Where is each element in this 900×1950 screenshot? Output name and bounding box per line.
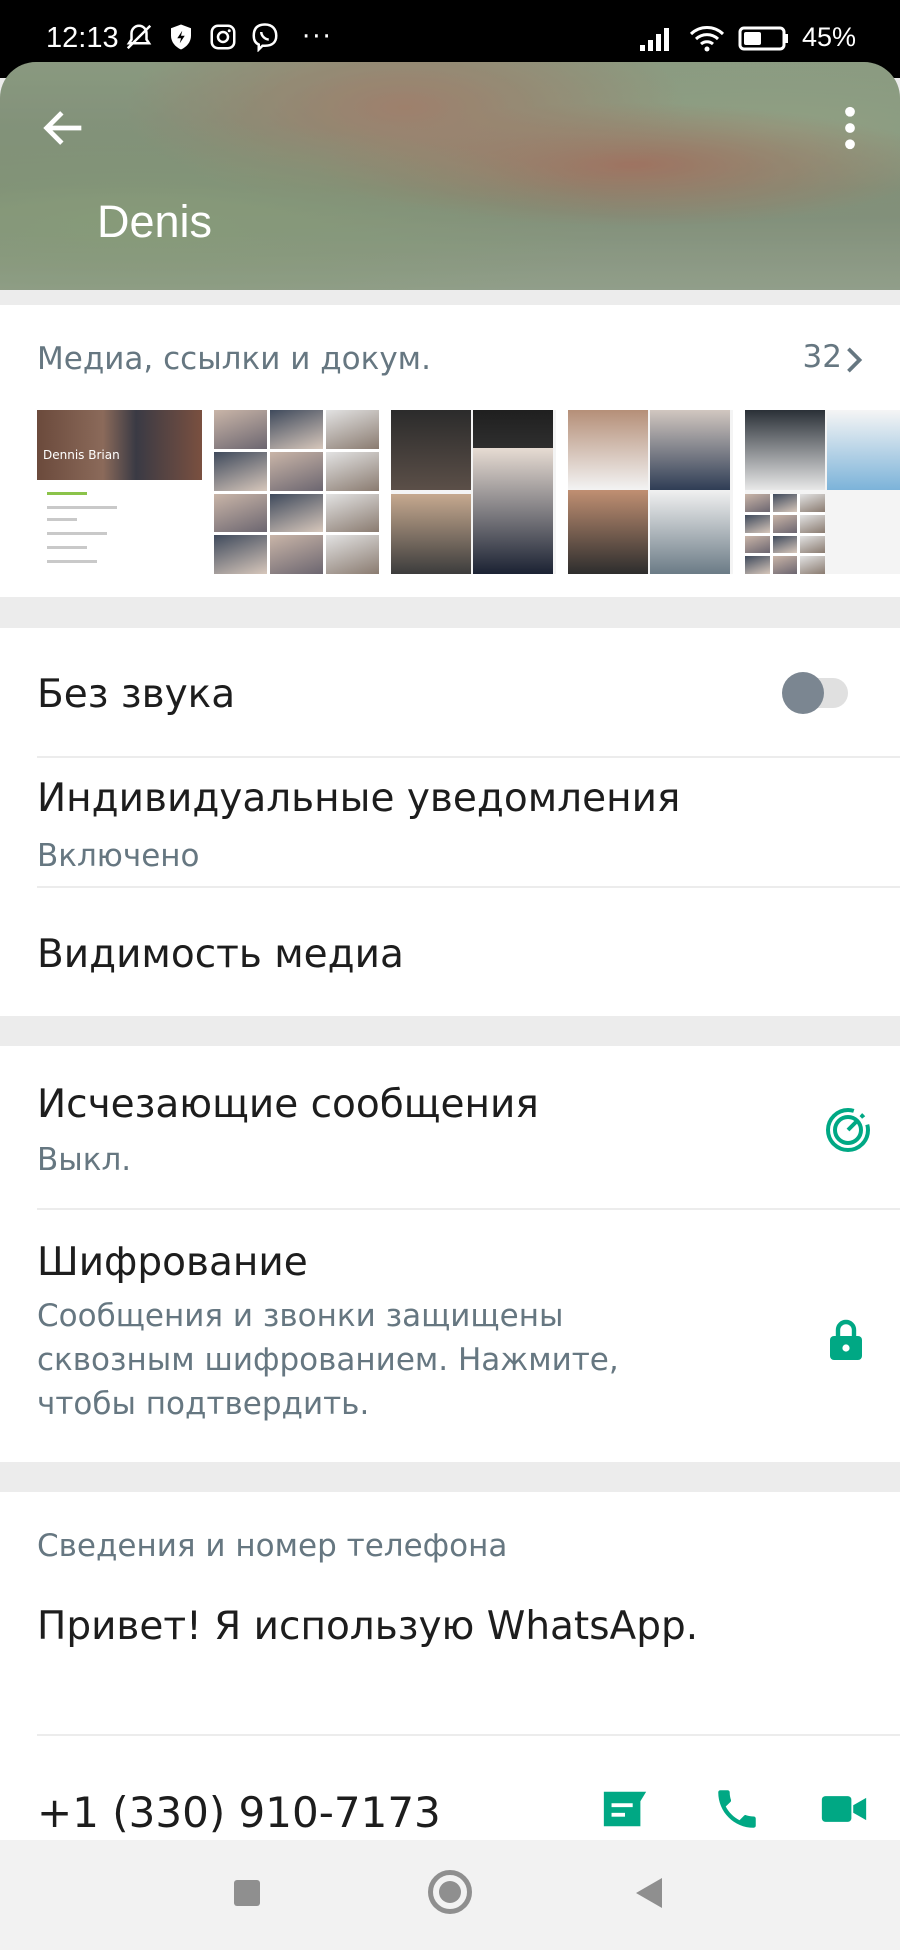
phone-number[interactable]: +1 (330) 910-7173 xyxy=(37,1788,441,1837)
thumbnail-caption: Dennis Brian xyxy=(43,448,120,462)
home-button[interactable] xyxy=(428,1870,472,1914)
battery-icon xyxy=(738,26,788,50)
media-thumbnail[interactable] xyxy=(745,410,900,574)
mute-row[interactable]: Без звука xyxy=(0,628,900,756)
disappearing-messages-row[interactable]: Исчезающие сообщения Выкл. xyxy=(0,1046,900,1208)
contact-header: Denis xyxy=(0,62,900,290)
media-section[interactable]: Медиа, ссылки и докум. 32 Dennis Brian xyxy=(0,305,900,597)
media-visibility-row[interactable]: Видимость медиа xyxy=(0,888,900,1016)
wifi-icon xyxy=(689,25,724,51)
disappearing-messages-label: Исчезающие сообщения xyxy=(37,1082,539,1127)
battery-percent: 45% xyxy=(801,22,856,52)
instagram-icon xyxy=(210,24,236,50)
signal-icon xyxy=(639,27,669,51)
media-count: 32 xyxy=(802,339,842,375)
system-nav-bar xyxy=(0,1840,900,1950)
encryption-description-line: сквозным шифрованием. Нажмите, xyxy=(37,1342,619,1378)
custom-notifications-row[interactable]: Индивидуальные уведомления Включено xyxy=(0,758,900,886)
encryption-description-line: Сообщения и звонки защищены xyxy=(37,1298,564,1334)
arrow-left-icon[interactable] xyxy=(38,102,90,154)
encryption-description-line: чтобы подтвердить. xyxy=(37,1386,370,1422)
mute-label: Без звука xyxy=(37,672,236,717)
recents-button[interactable] xyxy=(234,1880,260,1906)
media-thumbnails: Dennis Brian xyxy=(37,410,900,574)
video-call-icon[interactable] xyxy=(820,1784,868,1834)
status-time: 12:13 xyxy=(46,22,119,54)
privacy-settings: Исчезающие сообщения Выкл. Шифрование Со… xyxy=(0,1046,900,1462)
mute-bell-icon xyxy=(126,24,152,50)
custom-notifications-label: Индивидуальные уведомления xyxy=(37,776,681,821)
media-title: Медиа, ссылки и докум. xyxy=(37,341,431,377)
shield-icon xyxy=(171,24,191,50)
more-vert-icon[interactable] xyxy=(830,102,870,154)
encryption-row[interactable]: Шифрование Сообщения и звонки защищены с… xyxy=(0,1210,900,1462)
about-section: Сведения и номер телефона Привет! Я испо… xyxy=(0,1492,900,1852)
lock-icon xyxy=(830,1319,862,1360)
status-icons-right: 45% xyxy=(638,22,856,53)
message-icon[interactable] xyxy=(600,1784,650,1834)
media-thumbnail[interactable] xyxy=(214,410,379,574)
about-status-text[interactable]: Привет! Я использую WhatsApp. xyxy=(37,1604,698,1649)
about-section-title: Сведения и номер телефона xyxy=(37,1528,508,1564)
media-thumbnail[interactable]: Dennis Brian xyxy=(37,410,202,574)
timer-icon xyxy=(826,1108,870,1152)
mute-toggle[interactable] xyxy=(782,672,848,714)
contact-name: Denis xyxy=(97,196,213,247)
disappearing-messages-value: Выкл. xyxy=(37,1142,132,1178)
phone-call-icon[interactable] xyxy=(712,1784,762,1834)
media-thumbnail[interactable] xyxy=(568,410,733,574)
notification-settings: Без звука Индивидуальные уведомления Вкл… xyxy=(0,628,900,1016)
more-notifications: ··· xyxy=(302,22,333,52)
back-button[interactable] xyxy=(636,1878,662,1908)
viber-icon xyxy=(252,23,278,52)
custom-notifications-value: Включено xyxy=(37,838,200,874)
chevron-right-icon xyxy=(847,347,863,373)
encryption-label: Шифрование xyxy=(37,1240,308,1285)
media-visibility-label: Видимость медиа xyxy=(37,932,404,977)
divider xyxy=(37,1734,900,1736)
media-thumbnail[interactable] xyxy=(391,410,556,574)
status-icons-left: ··· xyxy=(124,22,333,52)
